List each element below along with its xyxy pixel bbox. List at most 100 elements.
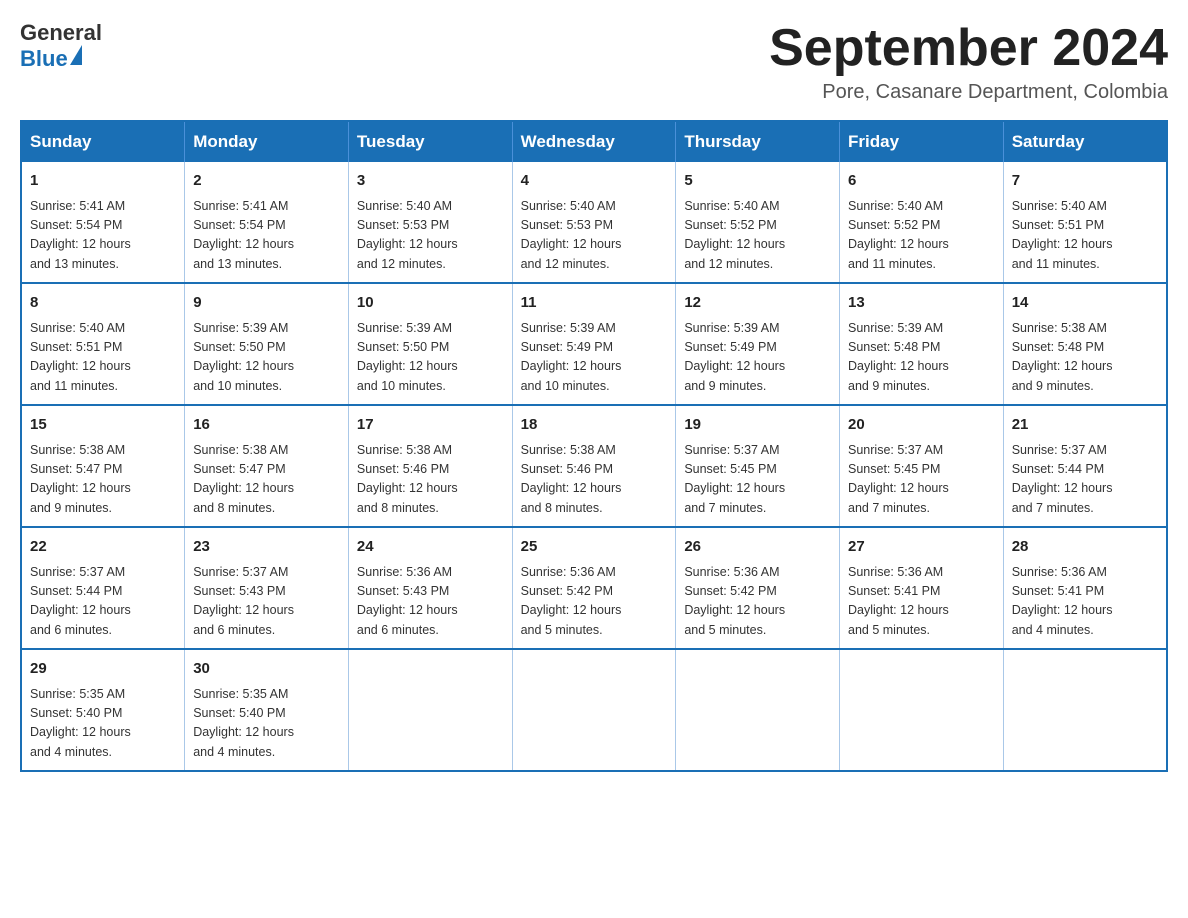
day-number: 2	[193, 170, 340, 193]
day-info: Sunrise: 5:37 AMSunset: 5:45 PMDaylight:…	[684, 441, 831, 519]
day-info: Sunrise: 5:40 AMSunset: 5:52 PMDaylight:…	[848, 197, 995, 275]
day-number: 27	[848, 536, 995, 559]
day-of-week-header: Monday	[185, 121, 349, 162]
day-number: 5	[684, 170, 831, 193]
day-info: Sunrise: 5:40 AMSunset: 5:53 PMDaylight:…	[357, 197, 504, 275]
calendar-day-cell: 28 Sunrise: 5:36 AMSunset: 5:41 PMDayligh…	[1003, 527, 1167, 649]
calendar-day-cell	[840, 649, 1004, 771]
day-info: Sunrise: 5:36 AMSunset: 5:42 PMDaylight:…	[521, 563, 668, 641]
calendar-day-cell	[348, 649, 512, 771]
day-info: Sunrise: 5:36 AMSunset: 5:41 PMDaylight:…	[1012, 563, 1158, 641]
calendar-body: 1 Sunrise: 5:41 AMSunset: 5:54 PMDaylight…	[21, 162, 1167, 771]
calendar-day-cell: 15 Sunrise: 5:38 AMSunset: 5:47 PMDayligh…	[21, 405, 185, 527]
calendar-week-row: 15 Sunrise: 5:38 AMSunset: 5:47 PMDayligh…	[21, 405, 1167, 527]
day-number: 16	[193, 414, 340, 437]
days-of-week-row: SundayMondayTuesdayWednesdayThursdayFrid…	[21, 121, 1167, 162]
day-info: Sunrise: 5:36 AMSunset: 5:41 PMDaylight:…	[848, 563, 995, 641]
header-right: September 2024 Pore, Casanare Department…	[769, 20, 1168, 104]
day-number: 19	[684, 414, 831, 437]
day-info: Sunrise: 5:40 AMSunset: 5:53 PMDaylight:…	[521, 197, 668, 275]
day-number: 17	[357, 414, 504, 437]
day-number: 29	[30, 658, 176, 681]
day-info: Sunrise: 5:38 AMSunset: 5:47 PMDaylight:…	[30, 441, 176, 519]
calendar-day-cell: 9Sunrise: 5:39 AMSunset: 5:50 PMDaylight…	[185, 283, 349, 405]
calendar-day-cell: 3 Sunrise: 5:40 AMSunset: 5:53 PMDaylight…	[348, 162, 512, 283]
day-number: 24	[357, 536, 504, 559]
day-number: 9	[193, 292, 340, 315]
day-info: Sunrise: 5:40 AMSunset: 5:52 PMDaylight:…	[684, 197, 831, 275]
day-number: 10	[357, 292, 504, 315]
day-number: 14	[1012, 292, 1158, 315]
day-of-week-header: Thursday	[676, 121, 840, 162]
day-of-week-header: Wednesday	[512, 121, 676, 162]
logo-text-general: General	[20, 20, 102, 45]
logo-text-blue: Blue	[20, 46, 68, 72]
day-info: Sunrise: 5:35 AMSunset: 5:40 PMDaylight:…	[30, 685, 176, 763]
day-info: Sunrise: 5:39 AMSunset: 5:48 PMDaylight:…	[848, 319, 995, 397]
calendar-day-cell	[676, 649, 840, 771]
logo: General Blue	[20, 20, 102, 72]
calendar-day-cell: 5 Sunrise: 5:40 AMSunset: 5:52 PMDaylight…	[676, 162, 840, 283]
calendar-header: SundayMondayTuesdayWednesdayThursdayFrid…	[21, 121, 1167, 162]
calendar-day-cell: 14 Sunrise: 5:38 AMSunset: 5:48 PMDayligh…	[1003, 283, 1167, 405]
day-number: 11	[521, 292, 668, 315]
day-number: 28	[1012, 536, 1158, 559]
calendar-day-cell: 25Sunrise: 5:36 AMSunset: 5:42 PMDayligh…	[512, 527, 676, 649]
logo-triangle-icon	[70, 45, 82, 65]
day-info: Sunrise: 5:40 AMSunset: 5:51 PMDaylight:…	[1012, 197, 1158, 275]
day-number: 6	[848, 170, 995, 193]
calendar-day-cell: 10 Sunrise: 5:39 AMSunset: 5:50 PMDayligh…	[348, 283, 512, 405]
day-number: 7	[1012, 170, 1158, 193]
day-info: Sunrise: 5:41 AMSunset: 5:54 PMDaylight:…	[30, 197, 176, 275]
calendar-day-cell	[1003, 649, 1167, 771]
calendar-day-cell: 12 Sunrise: 5:39 AMSunset: 5:49 PMDayligh…	[676, 283, 840, 405]
calendar-day-cell: 18Sunrise: 5:38 AMSunset: 5:46 PMDayligh…	[512, 405, 676, 527]
day-of-week-header: Tuesday	[348, 121, 512, 162]
calendar-day-cell: 24 Sunrise: 5:36 AMSunset: 5:43 PMDayligh…	[348, 527, 512, 649]
calendar-day-cell: 26 Sunrise: 5:36 AMSunset: 5:42 PMDayligh…	[676, 527, 840, 649]
day-number: 21	[1012, 414, 1158, 437]
calendar-table: SundayMondayTuesdayWednesdayThursdayFrid…	[20, 120, 1168, 772]
day-number: 22	[30, 536, 176, 559]
day-number: 26	[684, 536, 831, 559]
calendar-day-cell: 17Sunrise: 5:38 AMSunset: 5:46 PMDayligh…	[348, 405, 512, 527]
calendar-day-cell: 27 Sunrise: 5:36 AMSunset: 5:41 PMDayligh…	[840, 527, 1004, 649]
calendar-day-cell: 1 Sunrise: 5:41 AMSunset: 5:54 PMDaylight…	[21, 162, 185, 283]
calendar-day-cell: 6 Sunrise: 5:40 AMSunset: 5:52 PMDaylight…	[840, 162, 1004, 283]
day-info: Sunrise: 5:38 AMSunset: 5:47 PMDaylight:…	[193, 441, 340, 519]
day-number: 3	[357, 170, 504, 193]
calendar-week-row: 29 Sunrise: 5:35 AMSunset: 5:40 PMDayligh…	[21, 649, 1167, 771]
day-info: Sunrise: 5:37 AMSunset: 5:43 PMDaylight:…	[193, 563, 340, 641]
calendar-day-cell: 30Sunrise: 5:35 AMSunset: 5:40 PMDayligh…	[185, 649, 349, 771]
calendar-title: September 2024	[769, 20, 1168, 77]
calendar-day-cell: 8Sunrise: 5:40 AMSunset: 5:51 PMDaylight…	[21, 283, 185, 405]
calendar-day-cell: 22Sunrise: 5:37 AMSunset: 5:44 PMDayligh…	[21, 527, 185, 649]
calendar-day-cell: 19 Sunrise: 5:37 AMSunset: 5:45 PMDayligh…	[676, 405, 840, 527]
day-info: Sunrise: 5:37 AMSunset: 5:44 PMDaylight:…	[1012, 441, 1158, 519]
day-number: 20	[848, 414, 995, 437]
calendar-day-cell: 11Sunrise: 5:39 AMSunset: 5:49 PMDayligh…	[512, 283, 676, 405]
page-header: General Blue September 2024 Pore, Casana…	[20, 20, 1168, 104]
calendar-day-cell	[512, 649, 676, 771]
day-info: Sunrise: 5:37 AMSunset: 5:45 PMDaylight:…	[848, 441, 995, 519]
day-info: Sunrise: 5:36 AMSunset: 5:42 PMDaylight:…	[684, 563, 831, 641]
day-of-week-header: Sunday	[21, 121, 185, 162]
calendar-day-cell: 29 Sunrise: 5:35 AMSunset: 5:40 PMDayligh…	[21, 649, 185, 771]
day-info: Sunrise: 5:36 AMSunset: 5:43 PMDaylight:…	[357, 563, 504, 641]
calendar-day-cell: 7 Sunrise: 5:40 AMSunset: 5:51 PMDaylight…	[1003, 162, 1167, 283]
day-number: 1	[30, 170, 176, 193]
day-of-week-header: Friday	[840, 121, 1004, 162]
calendar-subtitle: Pore, Casanare Department, Colombia	[769, 81, 1168, 104]
calendar-day-cell: 16 Sunrise: 5:38 AMSunset: 5:47 PMDayligh…	[185, 405, 349, 527]
day-number: 18	[521, 414, 668, 437]
calendar-day-cell: 13Sunrise: 5:39 AMSunset: 5:48 PMDayligh…	[840, 283, 1004, 405]
day-info: Sunrise: 5:39 AMSunset: 5:50 PMDaylight:…	[357, 319, 504, 397]
day-info: Sunrise: 5:39 AMSunset: 5:49 PMDaylight:…	[684, 319, 831, 397]
calendar-day-cell: 20 Sunrise: 5:37 AMSunset: 5:45 PMDayligh…	[840, 405, 1004, 527]
day-number: 15	[30, 414, 176, 437]
calendar-week-row: 8Sunrise: 5:40 AMSunset: 5:51 PMDaylight…	[21, 283, 1167, 405]
calendar-week-row: 1 Sunrise: 5:41 AMSunset: 5:54 PMDaylight…	[21, 162, 1167, 283]
day-number: 12	[684, 292, 831, 315]
calendar-day-cell: 23Sunrise: 5:37 AMSunset: 5:43 PMDayligh…	[185, 527, 349, 649]
day-info: Sunrise: 5:38 AMSunset: 5:48 PMDaylight:…	[1012, 319, 1158, 397]
